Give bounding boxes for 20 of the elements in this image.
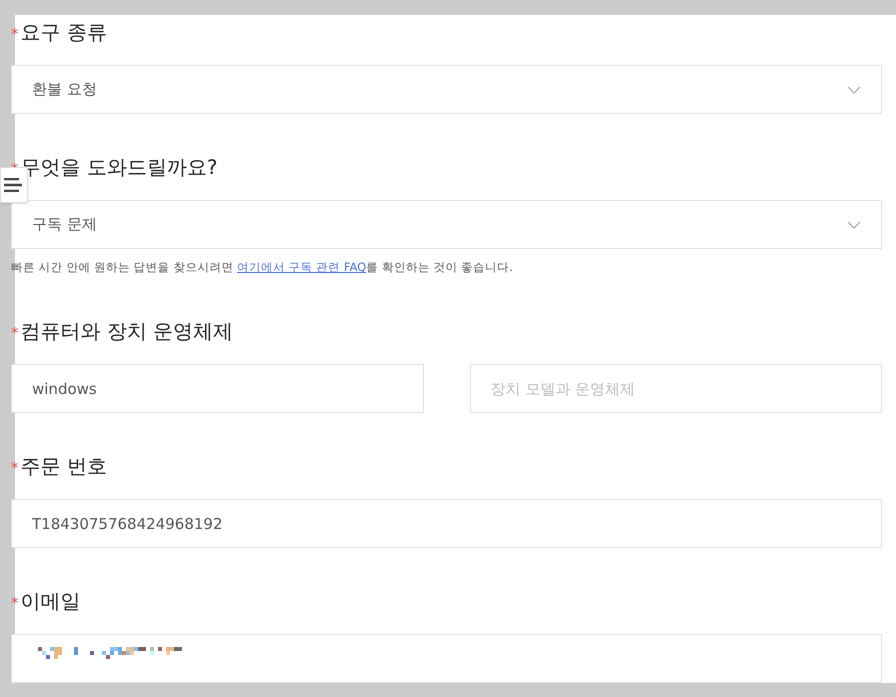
field-label: 요구 종류	[20, 19, 107, 46]
input-field[interactable]	[11, 634, 882, 684]
required-asterisk-icon: *	[11, 23, 18, 46]
required-asterisk-icon: *	[11, 457, 18, 480]
required-asterisk-icon: *	[11, 592, 18, 615]
dropdown-field[interactable]: 환불 요청	[11, 65, 882, 114]
required-asterisk-icon: *	[11, 322, 18, 345]
chevron-down-icon	[847, 220, 861, 228]
menu-icon	[4, 178, 24, 192]
field-label: 컴퓨터와 장치 운영체제	[20, 318, 234, 346]
input-field[interactable]: windows	[11, 364, 424, 414]
input-field[interactable]: T1843075768424968192	[11, 499, 882, 548]
chevron-down-icon	[847, 86, 861, 94]
field-label: 무엇을 도와드릴까요?	[20, 154, 218, 181]
field-label: 주문 번호	[20, 453, 107, 480]
input-field[interactable]: 장치 모델과 운영체제	[470, 364, 882, 414]
help-text: 빠른 시간 안에 원하는 답변을 찾으시려면 여기에서 구독 관련 FAQ를 확인하는 것이 좋습니다.	[11, 259, 514, 276]
faq-link[interactable]: 여기에서 구독 관련 FAQ	[236, 260, 366, 274]
field-label: 이메일	[20, 588, 80, 616]
dropdown-field[interactable]: 구독 문제	[11, 200, 882, 249]
